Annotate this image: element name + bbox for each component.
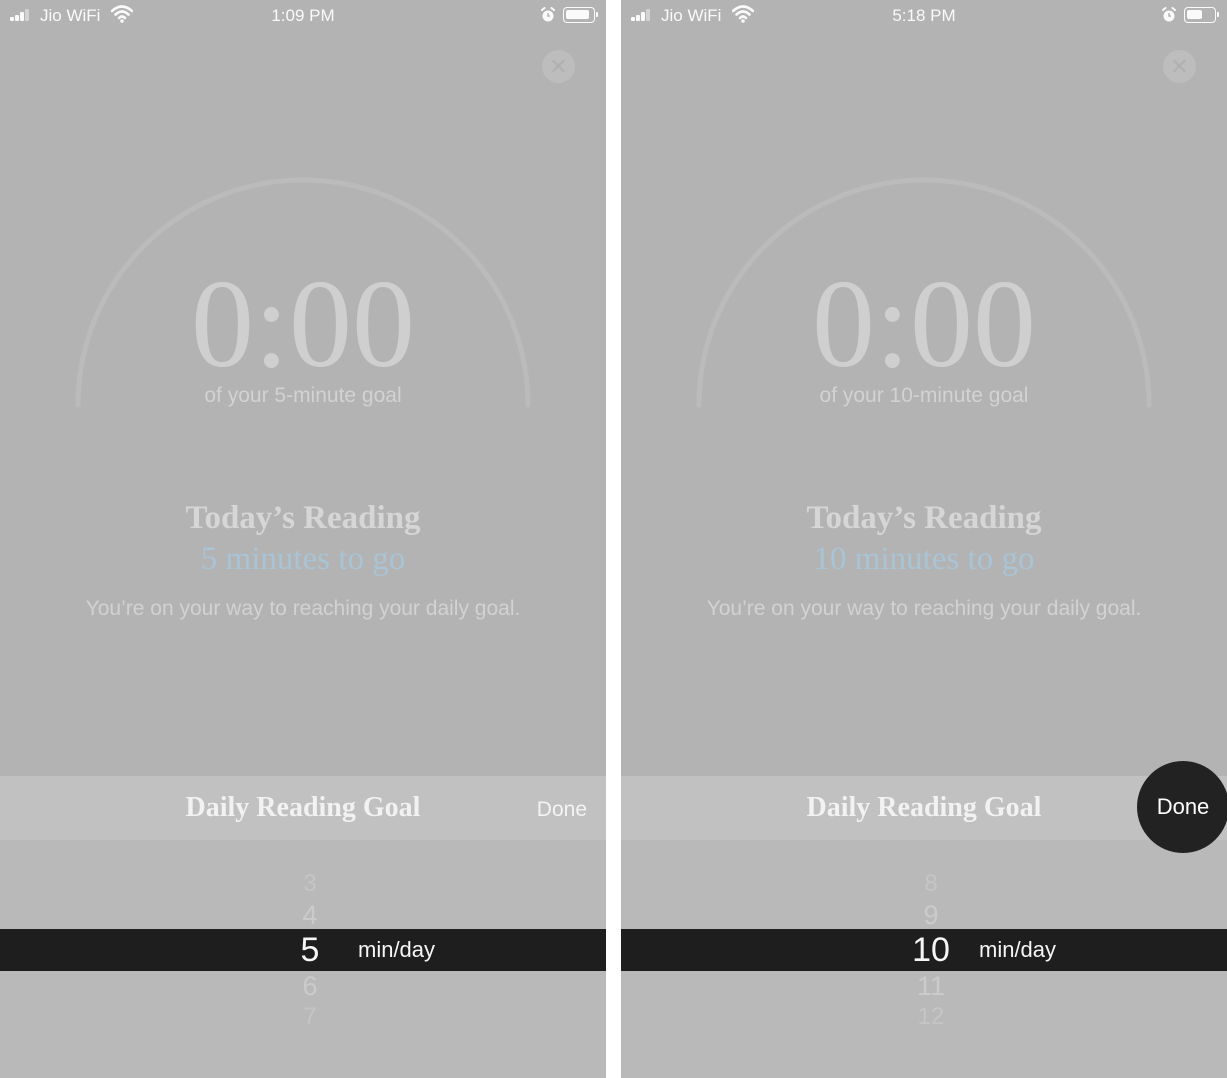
todays-reading-title: Today’s Reading [806, 500, 1042, 536]
picker-unit-label: min/day [979, 937, 1057, 962]
minutes-to-go: 5 minutes to go [200, 541, 406, 577]
picker-unit-label: min/day [358, 937, 436, 962]
picker-selected-value[interactable]: 10 [881, 931, 981, 969]
minutes-to-go: 10 minutes to go [813, 541, 1035, 577]
picker-option[interactable]: 7 [260, 1002, 360, 1032]
goal-subtitle: of your 10-minute goal [819, 384, 1029, 407]
reading-description: You’re on your way to reaching your dail… [706, 597, 1142, 620]
done-button[interactable]: Done [537, 798, 587, 822]
goal-picker-sheet: Daily Reading Goal Done 3 4 5 min/day 6 … [0, 776, 606, 1078]
sheet-header: Daily Reading Goal Done [0, 776, 606, 840]
picker-option[interactable]: 9 [881, 900, 981, 930]
done-button[interactable]: Done [1137, 761, 1227, 853]
picker-option[interactable]: 4 [260, 900, 360, 930]
picker-selected-value[interactable]: 5 [260, 931, 360, 969]
picker-option[interactable]: 3 [260, 869, 360, 899]
reading-timer: 0:00 [811, 255, 1036, 394]
todays-reading-title: Today’s Reading [185, 500, 421, 536]
reading-goal-screen-left: Jio WiFi 1:09 PM ✕ 0:00 of your 5-minute… [0, 0, 606, 1078]
sheet-title: Daily Reading Goal [185, 792, 421, 823]
goal-subtitle: of your 5-minute goal [204, 384, 402, 407]
picker-option[interactable]: 12 [881, 1002, 981, 1032]
reading-goal-screen-right: Jio WiFi 5:18 PM ✕ 0:00 of your 10-minut… [621, 0, 1227, 1078]
picker-option[interactable]: 8 [881, 869, 981, 899]
reading-timer: 0:00 [190, 255, 415, 394]
goal-picker-sheet: Daily Reading Goal Done 8 9 10 min/day 1… [621, 761, 1227, 1078]
reading-description: You’re on your way to reaching your dail… [85, 597, 521, 620]
picker-option[interactable]: 11 [881, 971, 981, 1001]
picker-option[interactable]: 6 [260, 971, 360, 1001]
